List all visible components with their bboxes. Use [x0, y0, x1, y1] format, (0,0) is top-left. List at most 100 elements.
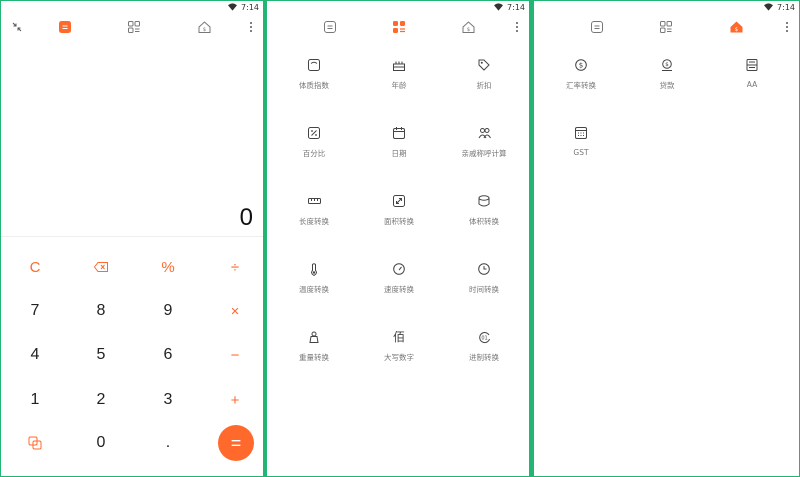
tab-converters[interactable] — [126, 19, 142, 35]
svg-text:$: $ — [202, 27, 205, 33]
digit-9-key[interactable]: 9 — [135, 289, 201, 333]
digit-3-key[interactable]: 3 — [135, 378, 201, 422]
tab-converters[interactable] — [658, 19, 674, 35]
clear-key[interactable]: C — [2, 245, 68, 289]
wifi-icon — [494, 3, 504, 11]
digit-4-key[interactable]: 4 — [2, 333, 68, 377]
tool-label: 大写数字 — [384, 353, 414, 362]
calculator-icon — [591, 21, 603, 33]
calendar-icon — [392, 126, 406, 140]
top-bar: $ — [534, 13, 799, 41]
tool-age[interactable]: 年龄 — [355, 58, 443, 118]
tool-speed[interactable]: 速度转换 — [355, 262, 443, 322]
tool-label: 体质指数 — [299, 81, 329, 90]
tool-volume[interactable]: 体积转换 — [440, 194, 528, 254]
tax-calculator-icon — [574, 126, 588, 140]
weight-icon — [307, 330, 321, 344]
percent-key[interactable]: % — [135, 245, 201, 289]
tool-label: 进制转换 — [469, 353, 499, 362]
svg-text:$: $ — [734, 27, 737, 33]
tool-label: 百分比 — [302, 149, 326, 158]
digit-1-key[interactable]: 1 — [2, 378, 68, 422]
finance-house-icon: $ — [462, 21, 474, 33]
tab-converters[interactable] — [391, 19, 407, 35]
loan-icon: $ — [660, 58, 674, 72]
status-time: 7:14 — [777, 2, 795, 12]
calculator-display: 0 — [1, 41, 263, 237]
digit-2-key[interactable]: 2 — [68, 378, 134, 422]
capital-number-icon: 佰 — [392, 330, 406, 344]
finance-house-icon: $ — [730, 21, 742, 33]
tool-label: 面积转换 — [384, 217, 414, 226]
tool-loan[interactable]: $ 贷款 — [623, 58, 711, 118]
calculator-icon — [324, 21, 336, 33]
tool-gst[interactable]: GST — [537, 126, 625, 186]
tool-temperature[interactable]: 温度转换 — [270, 262, 358, 322]
tool-bmi[interactable]: 体质指数 — [270, 58, 358, 118]
tool-time[interactable]: 时间转换 — [440, 262, 528, 322]
tab-finance[interactable]: $ — [460, 19, 476, 35]
switch-mode-key[interactable] — [2, 421, 68, 465]
tool-exchange-rate[interactable]: $ 汇率转换 — [537, 58, 625, 118]
divide-key[interactable]: ÷ — [202, 245, 263, 289]
tab-finance[interactable]: $ — [196, 19, 212, 35]
tool-label: 亲戚称呼计算 — [461, 149, 507, 158]
tool-capital-numbers[interactable]: 佰 大写数字 — [355, 330, 443, 390]
tool-label: 速度转换 — [384, 285, 414, 294]
digit-8-key[interactable]: 8 — [68, 289, 134, 333]
tool-label: 年龄 — [391, 81, 407, 90]
tab-calculator[interactable] — [57, 19, 73, 35]
speedometer-icon — [392, 262, 406, 276]
backspace-key[interactable] — [68, 245, 134, 289]
tool-label: 温度转换 — [299, 285, 329, 294]
tool-label: 长度转换 — [299, 217, 329, 226]
ruler-icon — [307, 194, 321, 208]
tab-calculator[interactable] — [322, 19, 338, 35]
more-menu-icon[interactable] — [783, 19, 791, 35]
tool-label: GST — [573, 148, 589, 157]
plus-key[interactable]: + — [202, 378, 263, 422]
status-bar: 7:14 — [494, 1, 525, 13]
grid-icon — [128, 21, 140, 33]
status-time: 7:14 — [507, 2, 525, 12]
people-icon — [477, 126, 491, 140]
digit-7-key[interactable]: 7 — [2, 289, 68, 333]
tool-percentage[interactable]: 百分比 — [270, 126, 358, 186]
wifi-icon — [228, 3, 238, 11]
multiply-key[interactable]: × — [202, 289, 263, 333]
scale-icon — [307, 58, 321, 72]
tool-weight[interactable]: 重量转换 — [270, 330, 358, 390]
finance-house-icon: $ — [198, 21, 210, 33]
digit-5-key[interactable]: 5 — [68, 333, 134, 377]
more-menu-icon[interactable] — [247, 19, 255, 35]
tool-date[interactable]: 日期 — [355, 126, 443, 186]
top-bar: $ — [1, 13, 263, 41]
tool-length[interactable]: 长度转换 — [270, 194, 358, 254]
equals-key[interactable]: = — [218, 425, 254, 461]
more-menu-icon[interactable] — [513, 19, 521, 35]
collapse-icon[interactable] — [9, 19, 25, 35]
tool-discount[interactable]: 折扣 — [440, 58, 528, 118]
tool-label: 重量转换 — [299, 353, 329, 362]
expand-icon — [392, 194, 406, 208]
tool-radix[interactable]: 01 进制转换 — [440, 330, 528, 390]
digit-6-key[interactable]: 6 — [135, 333, 201, 377]
status-bar: 7:14 — [228, 1, 259, 13]
result-value: 0 — [239, 204, 253, 231]
tool-aa[interactable]: AA — [708, 58, 796, 118]
wifi-icon — [764, 3, 774, 11]
tab-calculator[interactable] — [589, 19, 605, 35]
digit-0-key[interactable]: 0 — [68, 421, 134, 465]
minus-key[interactable]: − — [202, 333, 263, 377]
svg-text:01: 01 — [481, 335, 487, 341]
finance-panel: 7:14 $ $ 汇率转换 $ 贷款 AA GST — [533, 0, 800, 477]
cylinder-icon — [477, 194, 491, 208]
tool-label: 体积转换 — [469, 217, 499, 226]
tool-area[interactable]: 面积转换 — [355, 194, 443, 254]
tool-relatives[interactable]: 亲戚称呼计算 — [440, 126, 528, 186]
tab-finance[interactable]: $ — [728, 19, 744, 35]
clock-icon — [477, 262, 491, 276]
decimal-key[interactable]: . — [135, 421, 201, 465]
status-time: 7:14 — [241, 2, 259, 12]
grid-icon — [393, 21, 405, 33]
